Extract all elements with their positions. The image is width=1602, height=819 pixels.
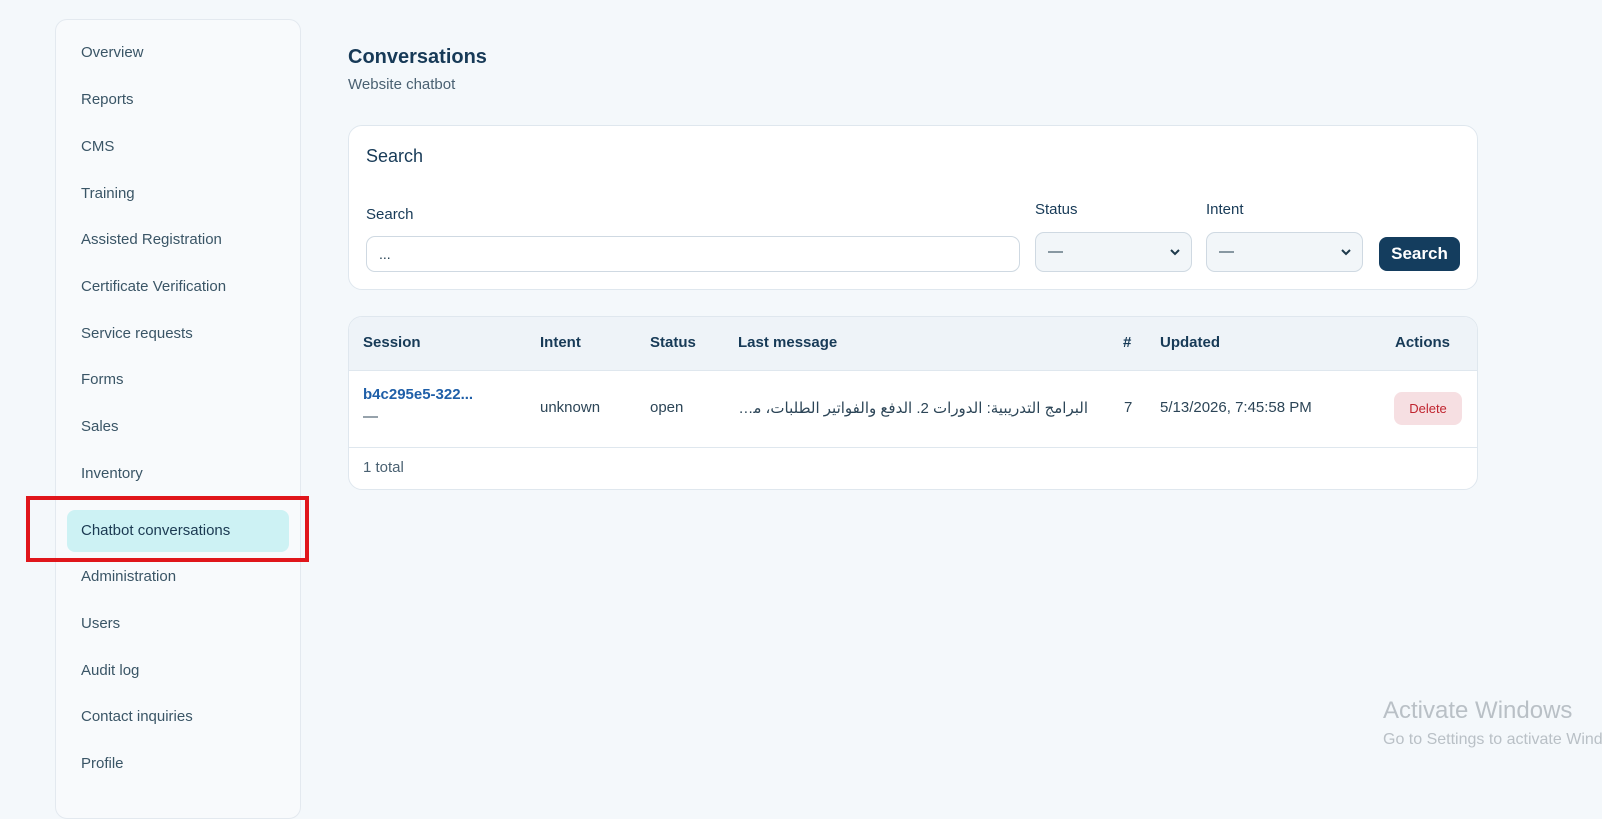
delete-button[interactable]: Delete bbox=[1394, 392, 1462, 425]
status-cell: open bbox=[650, 399, 684, 416]
sidebar-item-profile[interactable]: Profile bbox=[67, 743, 289, 785]
count-cell: 7 bbox=[1124, 399, 1133, 416]
sidebar-item-audit-log[interactable]: Audit log bbox=[67, 650, 289, 692]
sidebar-nav: Overview Reports CMS Training Assisted R… bbox=[55, 19, 301, 819]
sidebar-item-contact-inquiries[interactable]: Contact inquiries bbox=[67, 696, 289, 738]
sidebar-item-overview[interactable]: Overview bbox=[67, 32, 289, 74]
search-button[interactable]: Search bbox=[1379, 237, 1460, 271]
last-message-cell: البرامج التدريبية: الدورات 2. الدفع والف… bbox=[738, 400, 1088, 417]
status-select-value: — bbox=[1048, 243, 1063, 260]
activate-windows-subtitle: Go to Settings to activate Windows. bbox=[1383, 731, 1602, 748]
conversations-table: Session Intent Status Last message # Upd… bbox=[348, 316, 1478, 490]
chevron-down-icon bbox=[1170, 249, 1180, 256]
sidebar-item-inventory[interactable]: Inventory bbox=[67, 453, 289, 495]
updated-cell: 5/13/2026, 7:45:58 PM bbox=[1160, 399, 1312, 416]
column-header-intent: Intent bbox=[540, 334, 581, 351]
intent-select-value: — bbox=[1219, 243, 1234, 260]
page-title: Conversations bbox=[348, 46, 487, 68]
column-header-count: # bbox=[1123, 334, 1132, 351]
table-header: Session Intent Status Last message # Upd… bbox=[349, 317, 1477, 371]
column-header-session: Session bbox=[363, 334, 421, 351]
intent-field-label: Intent bbox=[1206, 201, 1244, 218]
search-card-title: Search bbox=[366, 146, 424, 166]
search-input[interactable] bbox=[366, 236, 1020, 272]
sidebar-item-sales[interactable]: Sales bbox=[67, 406, 289, 448]
search-card: Search Search Status — Intent — Search bbox=[348, 125, 1478, 290]
sidebar-item-users[interactable]: Users bbox=[67, 603, 289, 645]
sidebar-item-assisted-registration[interactable]: Assisted Registration bbox=[67, 219, 289, 261]
search-field-label: Search bbox=[366, 206, 414, 223]
column-header-status: Status bbox=[650, 334, 696, 351]
sidebar-item-cms[interactable]: CMS bbox=[67, 126, 289, 168]
chevron-down-icon bbox=[1341, 249, 1351, 256]
sidebar-item-chatbot-conversations[interactable]: Chatbot conversations bbox=[67, 510, 289, 552]
sidebar-item-training[interactable]: Training bbox=[67, 173, 289, 215]
status-select[interactable]: — bbox=[1035, 232, 1192, 272]
activate-windows-title: Activate Windows bbox=[1383, 697, 1573, 724]
sidebar-item-administration[interactable]: Administration bbox=[67, 556, 289, 598]
status-field-label: Status bbox=[1035, 201, 1078, 218]
sidebar-item-service-requests[interactable]: Service requests bbox=[67, 313, 289, 355]
column-header-last-message: Last message bbox=[738, 334, 838, 351]
sidebar-item-certificate-verification[interactable]: Certificate Verification bbox=[67, 266, 289, 308]
column-header-updated: Updated bbox=[1160, 334, 1220, 351]
table-total-count: 1 total bbox=[363, 459, 404, 476]
column-header-actions: Actions bbox=[1395, 334, 1451, 351]
session-sub-value: — bbox=[363, 408, 378, 425]
page-subtitle: Website chatbot bbox=[348, 76, 456, 93]
table-row: b4c295e5-322... — unknown open البرامج ا… bbox=[349, 371, 1477, 448]
sidebar-item-reports[interactable]: Reports bbox=[67, 79, 289, 121]
sidebar-item-forms[interactable]: Forms bbox=[67, 359, 289, 401]
intent-cell: unknown bbox=[540, 399, 601, 416]
intent-select[interactable]: — bbox=[1206, 232, 1363, 272]
session-link[interactable]: b4c295e5-322... bbox=[363, 386, 473, 403]
